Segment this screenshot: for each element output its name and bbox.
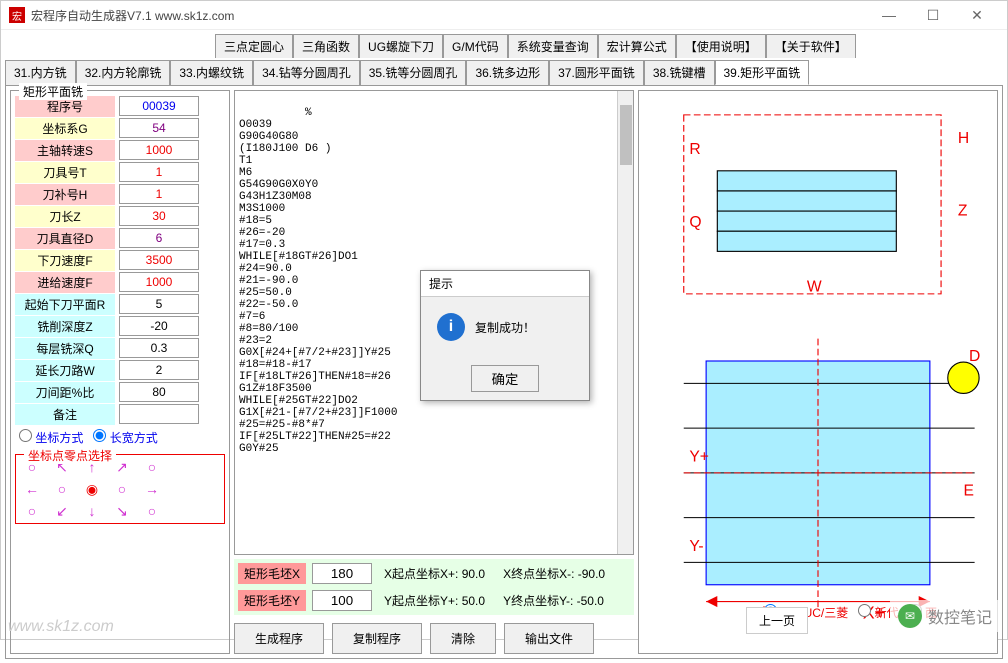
info-icon: i bbox=[437, 313, 465, 341]
arrow-sw[interactable]: ○ bbox=[28, 503, 36, 519]
param-input[interactable] bbox=[119, 206, 199, 226]
titlebar: 宏 宏程序自动生成器V7.1 www.sk1z.com — ☐ ✕ bbox=[1, 1, 1007, 30]
coord-xs: X起点坐标X+: 90.0 bbox=[378, 563, 491, 584]
param-label: 下刀速度F bbox=[15, 250, 115, 271]
close-button[interactable]: ✕ bbox=[955, 1, 999, 29]
arrow-ne[interactable]: ○ bbox=[148, 459, 156, 475]
tab-top[interactable]: 系统变量查询 bbox=[508, 34, 598, 58]
tab-top[interactable]: 【使用说明】 bbox=[676, 34, 766, 58]
tab-bottom[interactable]: 33.内螺纹铣 bbox=[170, 60, 253, 85]
param-input[interactable] bbox=[119, 294, 199, 314]
blank-y-label: 矩形毛坯Y bbox=[238, 590, 306, 611]
copy-button[interactable]: 复制程序 bbox=[332, 623, 422, 654]
generate-button[interactable]: 生成程序 bbox=[234, 623, 324, 654]
param-label: 刀长Z bbox=[15, 206, 115, 227]
param-label: 延长刀路W bbox=[15, 360, 115, 381]
message-dialog: 提示 i 复制成功！ 确定 bbox=[420, 270, 590, 401]
radio-lw-mode[interactable]: 长宽方式 bbox=[93, 429, 157, 446]
param-input[interactable] bbox=[119, 96, 199, 116]
scrollbar[interactable] bbox=[617, 91, 633, 554]
param-input[interactable] bbox=[119, 162, 199, 182]
tabs-top: 三点定圆心三角函数UG螺旋下刀G/M代码系统变量查询宏计算公式【使用说明】【关于… bbox=[215, 34, 1003, 58]
param-label: 坐标系G bbox=[15, 118, 115, 139]
svg-text:H: H bbox=[958, 130, 969, 147]
svg-text:Y+: Y+ bbox=[689, 449, 709, 466]
svg-text:Q: Q bbox=[689, 214, 701, 231]
svg-text:R: R bbox=[689, 141, 700, 158]
param-label: 刀具直径D bbox=[15, 228, 115, 249]
tab-top[interactable]: 【关于软件】 bbox=[766, 34, 856, 58]
tab-bottom[interactable]: 31.内方铣 bbox=[5, 60, 76, 85]
coord-ye: Y终点坐标Y-: -50.0 bbox=[497, 590, 610, 611]
dialog-ok-button[interactable]: 确定 bbox=[471, 365, 540, 392]
maximize-button[interactable]: ☐ bbox=[911, 1, 955, 29]
fieldset-legend: 矩形平面铣 bbox=[19, 83, 87, 100]
param-label: 起始下刀平面R bbox=[15, 294, 115, 315]
param-label: 刀间距%比 bbox=[15, 382, 115, 403]
clear-button[interactable]: 清除 bbox=[430, 623, 496, 654]
footer-watermark: www.sk1z.com bbox=[8, 618, 114, 636]
svg-text:E: E bbox=[963, 482, 973, 499]
wechat-icon: ✉ bbox=[898, 604, 922, 628]
zero-point-select: 坐标点零点选择 ○↖↑↗○ ←○◉○→ ○↙↓↘○ bbox=[15, 454, 225, 524]
output-button[interactable]: 输出文件 bbox=[504, 623, 594, 654]
param-input[interactable] bbox=[119, 404, 199, 424]
pager-button[interactable]: 上一页 bbox=[746, 607, 808, 634]
svg-text:Z: Z bbox=[958, 203, 968, 220]
param-input[interactable] bbox=[119, 184, 199, 204]
tab-bottom[interactable]: 38.铣键槽 bbox=[644, 60, 715, 85]
tab-bottom[interactable]: 34.钻等分圆周孔 bbox=[253, 60, 360, 85]
tab-top[interactable]: 三角函数 bbox=[293, 34, 359, 58]
param-input[interactable] bbox=[119, 118, 199, 138]
radio-coord-mode[interactable]: 坐标方式 bbox=[19, 429, 83, 446]
tabs-bottom: 31.内方铣32.内方轮廓铣33.内螺纹铣34.钻等分圆周孔35.铣等分圆周孔3… bbox=[5, 60, 1003, 85]
tab-bottom[interactable]: 35.铣等分圆周孔 bbox=[360, 60, 467, 85]
param-input[interactable] bbox=[119, 338, 199, 358]
diagram-panel: R H Z Q W D Y+ Y- bbox=[638, 90, 998, 654]
footer-brand: ✉ 数控笔记 bbox=[890, 600, 1000, 632]
param-input[interactable] bbox=[119, 140, 199, 160]
tab-top[interactable]: 宏计算公式 bbox=[598, 34, 676, 58]
param-label: 备注 bbox=[15, 404, 115, 425]
param-input[interactable] bbox=[119, 360, 199, 380]
blank-x-label: 矩形毛坯X bbox=[238, 563, 306, 584]
arrow-se[interactable]: ○ bbox=[148, 503, 156, 519]
param-fieldset: 矩形平面铣 程序号坐标系G主轴转速S刀具号T刀补号H刀长Z刀具直径D下刀速度F进… bbox=[10, 90, 230, 654]
param-label: 刀具号T bbox=[15, 162, 115, 183]
param-input[interactable] bbox=[119, 382, 199, 402]
zero-legend: 坐标点零点选择 bbox=[24, 447, 116, 464]
arrow-center[interactable]: ◉ bbox=[86, 481, 98, 498]
svg-text:W: W bbox=[807, 279, 822, 296]
param-input[interactable] bbox=[119, 228, 199, 248]
tab-bottom[interactable]: 32.内方轮廓铣 bbox=[76, 60, 171, 85]
dialog-title: 提示 bbox=[421, 271, 589, 297]
app-icon: 宏 bbox=[9, 7, 25, 23]
svg-text:Y-: Y- bbox=[689, 538, 703, 555]
param-label: 主轴转速S bbox=[15, 140, 115, 161]
param-label: 铣削深度Z bbox=[15, 316, 115, 337]
blank-x-input[interactable] bbox=[312, 563, 372, 584]
tab-bottom[interactable]: 36.铣多边形 bbox=[466, 60, 549, 85]
tab-top[interactable]: UG螺旋下刀 bbox=[359, 34, 443, 58]
dialog-message: 复制成功！ bbox=[475, 319, 535, 336]
blank-y-input[interactable] bbox=[312, 590, 372, 611]
tab-top[interactable]: 三点定圆心 bbox=[215, 34, 293, 58]
param-input[interactable] bbox=[119, 316, 199, 336]
tab-top[interactable]: G/M代码 bbox=[443, 34, 508, 58]
tab-bottom[interactable]: 39.矩形平面铣 bbox=[715, 60, 810, 85]
param-input[interactable] bbox=[119, 272, 199, 292]
param-label: 进给速度F bbox=[15, 272, 115, 293]
param-label: 刀补号H bbox=[15, 184, 115, 205]
window-title: 宏程序自动生成器V7.1 www.sk1z.com bbox=[31, 7, 234, 24]
tab-bottom[interactable]: 37.圆形平面铣 bbox=[549, 60, 644, 85]
blank-inputs: 矩形毛坯X X起点坐标X+: 90.0 X终点坐标X-: -90.0 矩形毛坯Y… bbox=[234, 559, 634, 615]
coord-xe: X终点坐标X-: -90.0 bbox=[497, 563, 611, 584]
minimize-button[interactable]: — bbox=[867, 1, 911, 29]
param-input[interactable] bbox=[119, 250, 199, 270]
svg-text:D: D bbox=[969, 348, 980, 365]
param-label: 每层铣深Q bbox=[15, 338, 115, 359]
coord-ys: Y起点坐标Y+: 50.0 bbox=[378, 590, 491, 611]
